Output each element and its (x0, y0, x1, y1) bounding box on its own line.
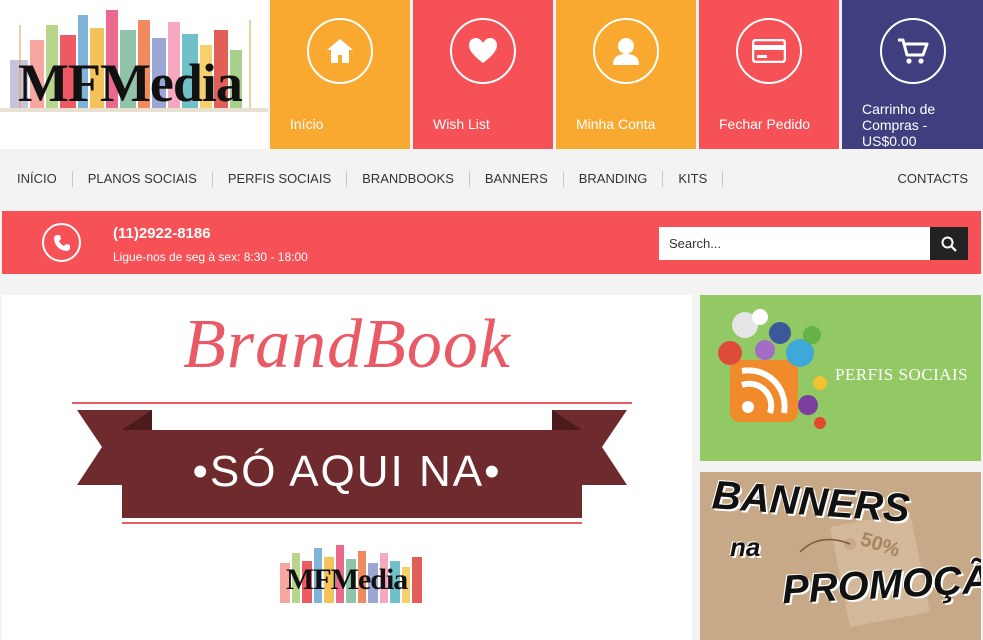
perfis-sociais-text: PERFIS SOCIAIS (835, 365, 969, 384)
ribbon-text: •SÓ AQUI NA• (192, 447, 502, 496)
tile-label: Fechar Pedido (719, 116, 811, 132)
tile-label: Carrinho de Compras - US$0.00 (862, 101, 936, 149)
search-button[interactable] (930, 227, 968, 260)
search-input[interactable] (659, 227, 930, 260)
nav-item-contacts[interactable]: CONTACTS (897, 171, 968, 187)
tile-label: Wish List (433, 116, 490, 132)
tile-minha-conta[interactable]: Minha Conta (556, 0, 696, 149)
nav-item-brandbooks[interactable]: BRANDBOOKS (347, 171, 470, 187)
nav-item-planos-sociais[interactable]: PLANOS SOCIAIS (73, 171, 213, 187)
nav-item-banners[interactable]: BANNERS (470, 171, 564, 187)
banners-connector: na (730, 532, 761, 562)
heart-icon (450, 18, 516, 84)
social-icons-graphic (718, 309, 827, 429)
site-logo[interactable]: MFMedia (0, 0, 268, 149)
banner-logo-text: MFMedia (286, 563, 408, 596)
credit-card-icon (736, 18, 802, 84)
nav-item-inicio[interactable]: INÍCIO (2, 171, 73, 187)
search-icon (941, 236, 957, 252)
main-nav: INÍCIO PLANOS SOCIAIS PERFIS SOCIAIS BRA… (0, 149, 983, 210)
tile-label: Minha Conta (576, 116, 656, 132)
tile-carrinho[interactable]: Carrinho de Compras - US$0.00 (842, 0, 983, 149)
contact-bar: (11)2922-8186 Ligue-nos de seg à sex: 8:… (2, 211, 981, 274)
phone-number: (11)2922-8186 (113, 225, 211, 242)
nav-item-branding[interactable]: BRANDING (564, 171, 664, 187)
tile-label: Início (290, 116, 324, 132)
page: MFMedia Início Wish List Minha Conta Fec (0, 0, 983, 640)
logo-text: MFMedia (18, 53, 243, 113)
banners-promocao-banner[interactable]: 50% BANNERS na PROMOÇÃO (700, 472, 981, 640)
perfis-sociais-banner[interactable]: PERFIS SOCIAIS (700, 295, 981, 461)
tile-wish-list[interactable]: Wish List (413, 0, 553, 149)
tile-fechar-pedido[interactable]: Fechar Pedido (699, 0, 839, 149)
phone-icon (42, 223, 81, 262)
nav-item-kits[interactable]: KITS (663, 171, 724, 187)
nav-menu: INÍCIO PLANOS SOCIAIS PERFIS SOCIAIS BRA… (2, 171, 724, 187)
banner-title: BrandBook (183, 306, 511, 383)
cart-icon (879, 18, 946, 84)
brandbook-banner[interactable]: BrandBook •SÓ AQUI NA• MFMedia (2, 295, 692, 640)
nav-item-perfis-sociais[interactable]: PERFIS SOCIAIS (213, 171, 348, 187)
header: MFMedia Início Wish List Minha Conta Fec (0, 0, 983, 149)
tile-inicio[interactable]: Início (270, 0, 410, 149)
home-icon (307, 18, 373, 84)
user-icon (593, 18, 659, 84)
business-hours: Ligue-nos de seg à sex: 8:30 - 18:00 (113, 250, 308, 264)
